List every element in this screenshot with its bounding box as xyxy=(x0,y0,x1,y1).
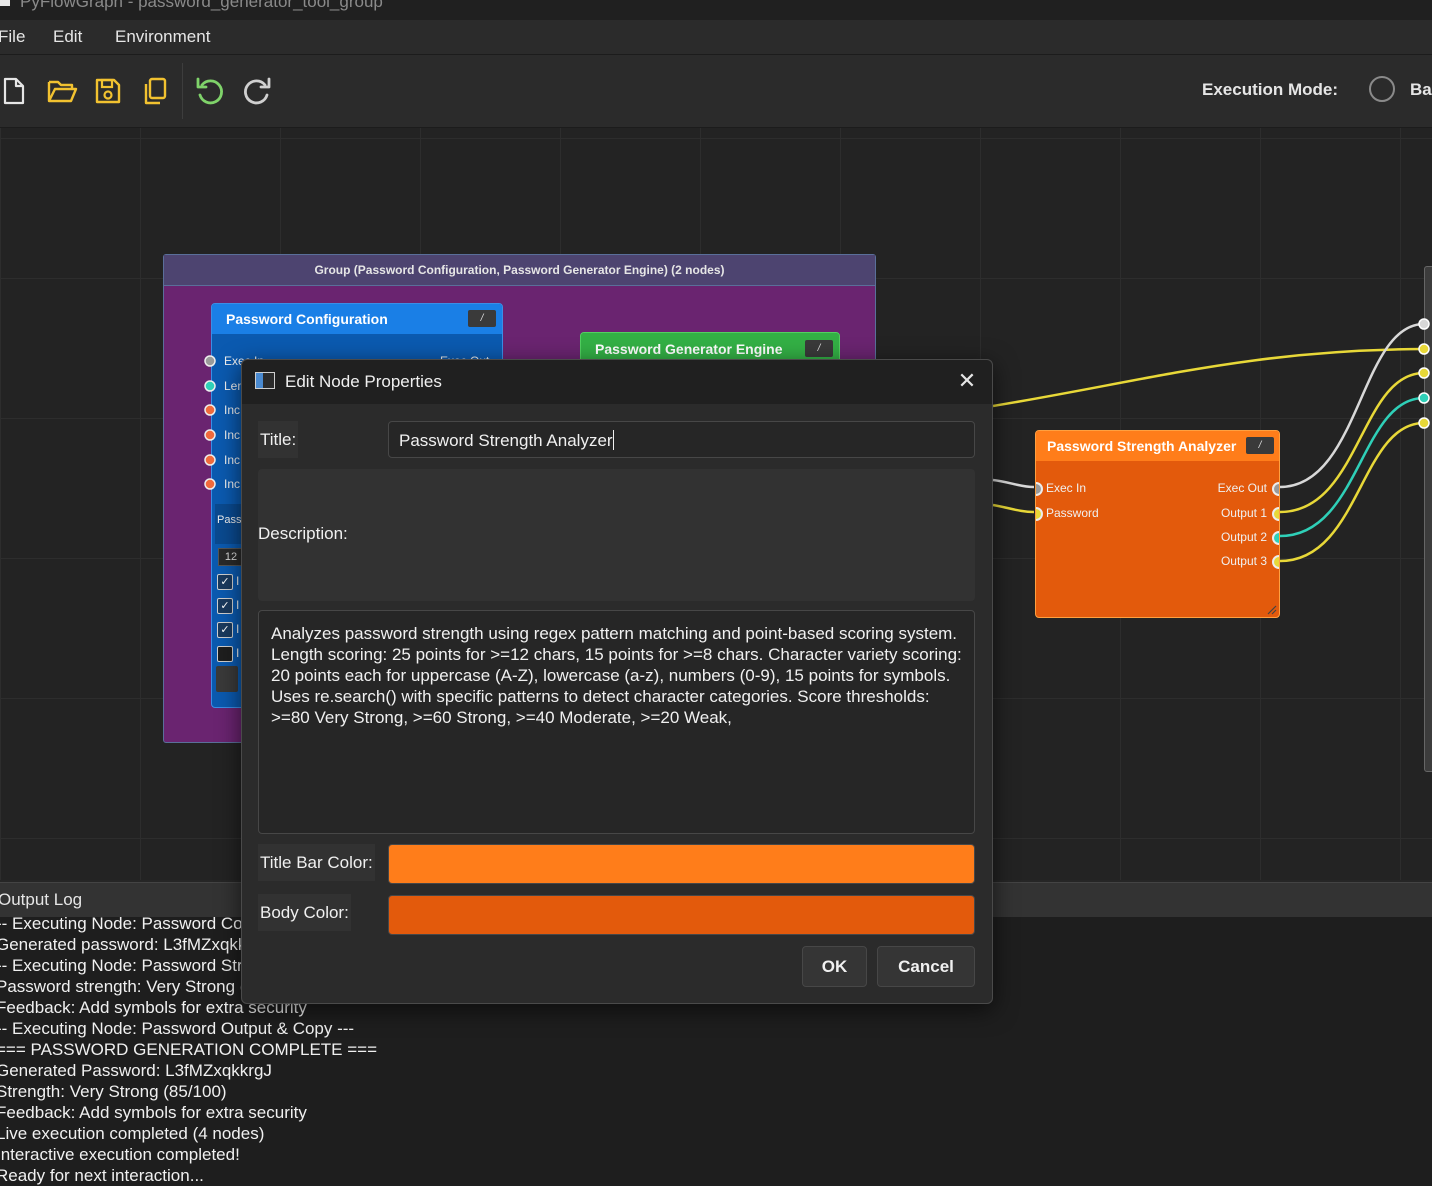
output-log-title: Output Log xyxy=(0,890,83,909)
log-line: Ready for next interaction... xyxy=(0,1166,204,1185)
app-icon xyxy=(0,0,10,6)
description-textarea[interactable]: Analyzes password strength using regex p… xyxy=(258,610,975,834)
window-icon xyxy=(255,372,275,389)
checkbox-label: I xyxy=(236,646,240,660)
close-icon[interactable]: ✕ xyxy=(956,370,978,392)
checkbox[interactable]: ✓ xyxy=(217,622,233,638)
pin-output-2[interactable] xyxy=(1272,531,1279,545)
window-title: PyFlowGraph - password_generator_tool_gr… xyxy=(20,0,383,11)
dialog-title: Edit Node Properties xyxy=(285,372,442,391)
title-label: Title: xyxy=(258,421,299,458)
menu-bar: File Edit Environment xyxy=(0,20,1432,55)
checkbox[interactable]: ✓ xyxy=(217,574,233,590)
node-password-output[interactable] xyxy=(1424,266,1432,772)
checkbox[interactable] xyxy=(217,646,233,662)
new-file-icon[interactable] xyxy=(0,73,32,109)
group-title[interactable]: Group (Password Configuration, Password … xyxy=(164,255,875,286)
checkbox[interactable]: ✓ xyxy=(217,598,233,614)
log-line: Interactive execution completed! xyxy=(0,1145,240,1164)
pin-exec-out[interactable] xyxy=(1272,482,1279,496)
pin-label: Inc xyxy=(224,477,241,491)
config-button[interactable] xyxy=(216,666,238,692)
pin-label-exec-in: Exec In xyxy=(1046,481,1087,495)
title-input[interactable]: Password Strength Analyzer xyxy=(388,421,975,458)
resize-grip-icon[interactable] xyxy=(1267,605,1277,615)
log-line: Feedback: Add symbols for extra security xyxy=(0,1103,307,1122)
description-label: Description: xyxy=(258,524,348,543)
pin-label-exec-out: Exec Out xyxy=(1217,481,1267,495)
pin-label: Inc xyxy=(224,428,241,442)
toolbar-separator xyxy=(182,63,183,119)
pin-label-output-3: Output 3 xyxy=(1220,554,1267,568)
dialog-titlebar: Edit Node Properties ✕ xyxy=(242,360,992,404)
pin-label: Inc xyxy=(224,453,241,467)
pin-exec-in[interactable] xyxy=(1036,482,1043,496)
log-line: Strength: Very Strong (85/100) xyxy=(0,1082,227,1101)
edit-node-properties-dialog: Edit Node Properties ✕ Title: Password S… xyxy=(241,359,993,1004)
log-line: === PASSWORD GENERATION COMPLETE === xyxy=(0,1040,378,1059)
checkbox-label: I xyxy=(236,622,240,636)
node-edit-button[interactable]: / xyxy=(1246,437,1274,454)
checkbox-label: I xyxy=(236,574,240,588)
node-title[interactable]: Password Strength Analyzer xyxy=(1036,431,1279,461)
pin-output-3[interactable] xyxy=(1272,555,1279,569)
menu-edit[interactable]: Edit xyxy=(53,27,82,47)
pin-password[interactable] xyxy=(1036,507,1043,521)
description-label-area: Description: xyxy=(258,469,975,601)
log-line: -- Executing Node: Password Output & Cop… xyxy=(0,1019,355,1038)
execution-mode-radio[interactable] xyxy=(1369,76,1395,102)
execution-mode-option-label[interactable]: Ba xyxy=(1410,80,1432,100)
pin-label-output-2: Output 2 xyxy=(1220,530,1267,544)
menu-environment[interactable]: Environment xyxy=(115,27,210,47)
toolbar: Execution Mode: Ba xyxy=(0,55,1432,128)
ok-button[interactable]: OK xyxy=(802,946,867,987)
pin-label: Inc xyxy=(224,403,241,417)
undo-icon[interactable] xyxy=(192,73,228,109)
node-edit-button[interactable]: / xyxy=(468,310,496,327)
title-bar-color-button[interactable] xyxy=(388,844,975,884)
body-color-label: Body Color: xyxy=(258,894,351,931)
node-title[interactable]: Password Configuration xyxy=(212,304,502,334)
log-line: Live execution completed (4 nodes) xyxy=(0,1124,265,1143)
body-color-button[interactable] xyxy=(388,895,975,935)
config-section-label: Pass xyxy=(217,514,242,526)
node-password-strength-analyzer[interactable]: Password Strength Analyzer / Exec In Pas… xyxy=(1035,430,1280,618)
pin-label-output-1: Output 1 xyxy=(1220,506,1267,520)
title-bar-color-label: Title Bar Color: xyxy=(258,844,375,881)
open-folder-icon[interactable] xyxy=(44,73,80,109)
save-icon[interactable] xyxy=(90,73,126,109)
window-titlebar: PyFlowGraph - password_generator_tool_gr… xyxy=(0,0,1432,20)
log-line: Generated Password: L3fMZxqkkrgJ xyxy=(0,1061,272,1080)
pin-output-1[interactable] xyxy=(1272,507,1279,521)
copy-icon[interactable] xyxy=(137,73,173,109)
node-edit-button[interactable]: / xyxy=(805,340,833,357)
cancel-button[interactable]: Cancel xyxy=(877,946,975,987)
redo-icon[interactable] xyxy=(239,73,275,109)
pin-label-password: Password xyxy=(1046,506,1099,520)
execution-mode-label: Execution Mode: xyxy=(1202,80,1339,99)
menu-file[interactable]: File xyxy=(0,27,25,47)
checkbox-label: I xyxy=(236,598,240,612)
